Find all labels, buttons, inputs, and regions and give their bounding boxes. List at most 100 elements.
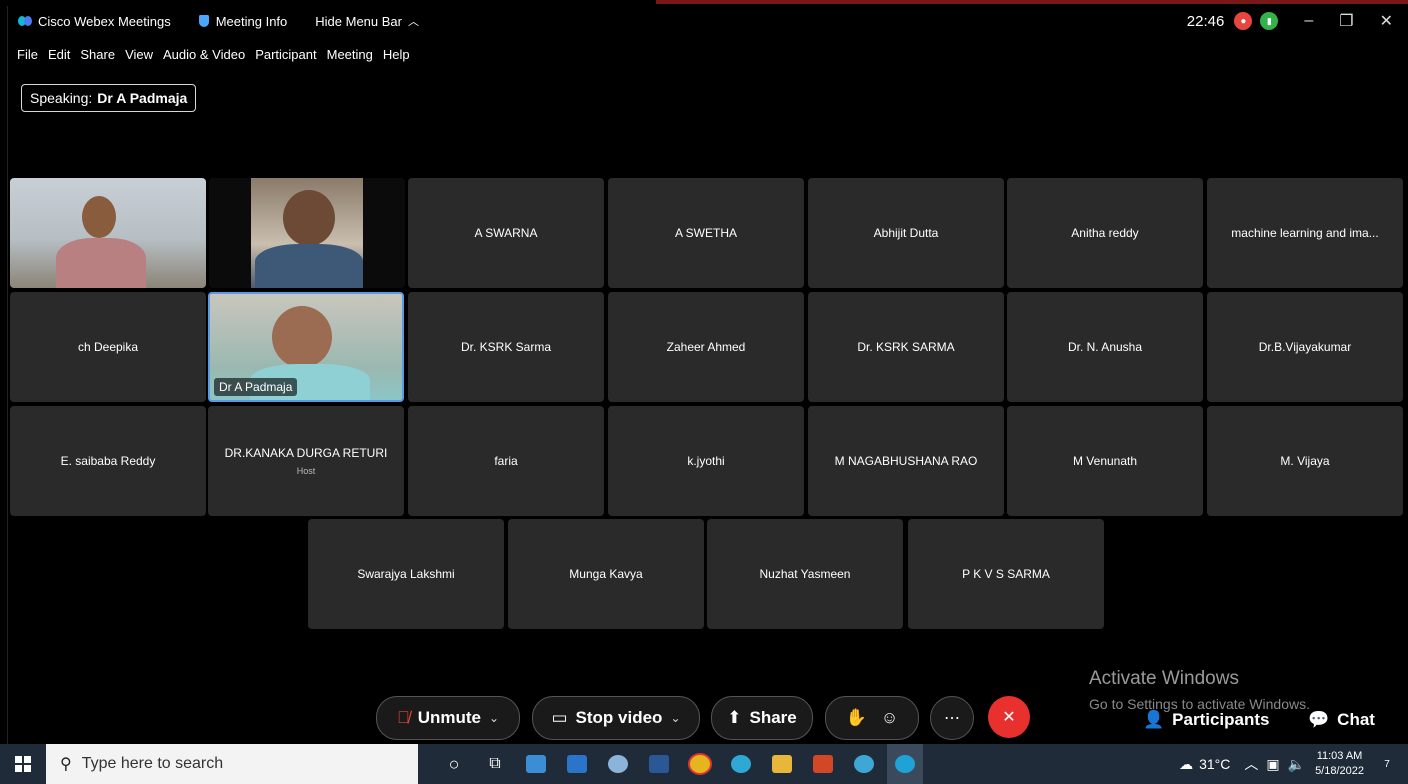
participant-tile[interactable]: Dr. N. Anusha — [1007, 292, 1203, 402]
task-view-icon[interactable]: ⧉ — [477, 744, 513, 784]
participant-tile[interactable]: M. Vijaya — [1207, 406, 1403, 516]
participant-tile[interactable]: M Venunath — [1007, 406, 1203, 516]
meeting-info-button[interactable]: Meeting Info — [198, 13, 288, 29]
video-tile[interactable] — [10, 178, 206, 288]
system-tray: ☁ 31°C ︿ ▣ 🔈 11:03 AM 5/18/2022 7 — [1179, 744, 1408, 784]
network-icon[interactable]: ▣ — [1266, 756, 1279, 773]
participant-tile[interactable]: Dr. KSRK SARMA — [808, 292, 1004, 402]
chevron-up-icon[interactable]: ︿ — [1244, 754, 1258, 774]
participant-name: M Venunath — [1072, 454, 1138, 468]
windows-taskbar: ⚲ Type here to search ○ ⧉ ☁ 31°C ︿ ▣ 🔈 1… — [0, 744, 1408, 784]
menu-audio-video[interactable]: Audio & Video — [163, 47, 245, 62]
taskbar-search[interactable]: ⚲ Type here to search — [46, 744, 418, 784]
restore-button[interactable]: ❐ — [1339, 11, 1353, 31]
participant-tile[interactable]: Abhijit Dutta — [808, 178, 1004, 288]
participant-tile[interactable]: faria — [408, 406, 604, 516]
chevron-down-icon[interactable]: ⌄ — [489, 711, 499, 725]
meeting-controls: 🎙̸ Unmute ⌄ ▭ Stop video ⌄ ⬆ Share ✋ ☺ ⋯… — [8, 682, 1407, 744]
stop-video-label: Stop video — [575, 708, 663, 727]
share-icon: ⬆ — [727, 708, 742, 727]
participants-icon: 👤 — [1143, 710, 1165, 729]
reactions-icon[interactable]: ☺ — [881, 708, 898, 728]
host-tile[interactable]: DR.KANAKA DURGA RETURI Host — [208, 406, 404, 516]
participant-name: Anitha reddy — [1071, 226, 1139, 240]
close-window-button[interactable]: ✕ — [1380, 11, 1393, 31]
meeting-info-label: Meeting Info — [215, 13, 288, 29]
participant-tile[interactable]: machine learning and ima... — [1207, 178, 1403, 288]
participant-tile[interactable]: Swarajya Lakshmi — [308, 519, 504, 629]
speaking-indicator: Speaking: Dr A Padmaja — [21, 84, 197, 112]
participant-tile[interactable]: Munga Kavya — [508, 519, 704, 629]
speaking-name: Dr A Padmaja — [97, 90, 188, 106]
weather-temp[interactable]: 31°C — [1199, 756, 1230, 772]
participant-name: Zaheer Ahmed — [666, 340, 746, 354]
participant-tile[interactable]: k.jyothi — [608, 406, 804, 516]
powerpoint-icon[interactable] — [805, 744, 841, 784]
video-tile[interactable] — [209, 178, 405, 288]
chevron-down-icon[interactable]: ⌄ — [670, 711, 680, 725]
chat-button[interactable]: 💬 Chat — [1308, 710, 1375, 730]
participant-name: M. Vijaya — [1280, 454, 1330, 468]
file-explorer-icon[interactable] — [764, 744, 800, 784]
participant-face — [283, 190, 335, 246]
chrome-icon[interactable] — [682, 744, 718, 784]
taskbar-clock[interactable]: 11:03 AM 5/18/2022 — [1315, 749, 1364, 779]
participant-tile[interactable]: Nuzhat Yasmeen — [707, 519, 903, 629]
search-placeholder: Type here to search — [81, 755, 224, 772]
minimize-button[interactable]: – — [1304, 12, 1313, 30]
participant-name: Dr. N. Anusha — [1067, 340, 1143, 354]
volume-icon[interactable]: 🔈 — [1288, 756, 1305, 773]
share-label: Share — [749, 708, 797, 727]
menu-file[interactable]: File — [17, 47, 38, 62]
participant-tile[interactable]: P K V S SARMA — [908, 519, 1104, 629]
more-options-button[interactable]: ⋯ — [930, 696, 974, 740]
participant-tile[interactable]: E. saibaba Reddy — [10, 406, 206, 516]
mail-icon[interactable] — [559, 744, 595, 784]
participant-tile[interactable]: A SWETHA — [608, 178, 804, 288]
raise-hand-icon[interactable]: ✋ — [846, 708, 867, 728]
menu-edit[interactable]: Edit — [48, 47, 70, 62]
participant-tile[interactable]: Dr.B.Vijayakumar — [1207, 292, 1403, 402]
notification-icon[interactable]: 7 — [1376, 753, 1398, 775]
chevron-up-icon: ︿ — [407, 16, 419, 28]
paint-icon[interactable] — [600, 744, 636, 784]
network-status-icon[interactable]: ▮ — [1260, 12, 1279, 30]
stop-video-button[interactable]: ▭ Stop video ⌄ — [532, 696, 700, 740]
menu-view[interactable]: View — [125, 47, 153, 62]
participant-tile[interactable]: ch Deepika — [10, 292, 206, 402]
participants-button[interactable]: 👤 Participants — [1143, 710, 1269, 730]
mic-muted-icon: 🎙̸ — [396, 708, 410, 727]
taskbar-apps: ○ ⧉ — [436, 744, 928, 784]
leave-meeting-button[interactable]: ✕ — [988, 696, 1030, 738]
edge-icon[interactable] — [723, 744, 759, 784]
start-button[interactable] — [0, 744, 46, 784]
participant-tile[interactable]: Anitha reddy — [1007, 178, 1203, 288]
cortana-icon[interactable]: ○ — [436, 744, 472, 784]
participant-name: M NAGABHUSHANA RAO — [834, 454, 978, 468]
browser-icon[interactable] — [846, 744, 882, 784]
menu-share[interactable]: Share — [80, 47, 115, 62]
participant-name: Dr. KSRK Sarma — [460, 340, 552, 354]
participant-tile[interactable]: A SWARNA — [408, 178, 604, 288]
word-icon[interactable] — [641, 744, 677, 784]
camera-icon: ▭ — [551, 708, 568, 727]
participant-tile[interactable]: Dr. KSRK Sarma — [408, 292, 604, 402]
notification-count: 7 — [1384, 758, 1390, 770]
participant-name: Abhijit Dutta — [873, 226, 939, 240]
menu-participant[interactable]: Participant — [255, 47, 316, 62]
active-speaker-tile[interactable]: Dr A Padmaja — [208, 292, 404, 402]
webex-taskbar-icon[interactable] — [887, 744, 923, 784]
hide-menu-bar-button[interactable]: Hide Menu Bar ︿ — [315, 13, 419, 29]
store-icon[interactable] — [518, 744, 554, 784]
unmute-button[interactable]: 🎙̸ Unmute ⌄ — [376, 696, 520, 740]
menu-help[interactable]: Help — [383, 47, 410, 62]
participant-name: E. saibaba Reddy — [60, 454, 156, 468]
weather-icon[interactable]: ☁ — [1179, 756, 1193, 773]
participant-tile[interactable]: M NAGABHUSHANA RAO — [808, 406, 1004, 516]
participant-name: DR.KANAKA DURGA RETURI — [224, 446, 388, 460]
participant-tile[interactable]: Zaheer Ahmed — [608, 292, 804, 402]
recording-icon[interactable]: ● — [1234, 12, 1253, 30]
share-button[interactable]: ⬆ Share — [711, 696, 813, 740]
participant-name: machine learning and ima... — [1231, 226, 1379, 240]
menu-meeting[interactable]: Meeting — [327, 47, 373, 62]
